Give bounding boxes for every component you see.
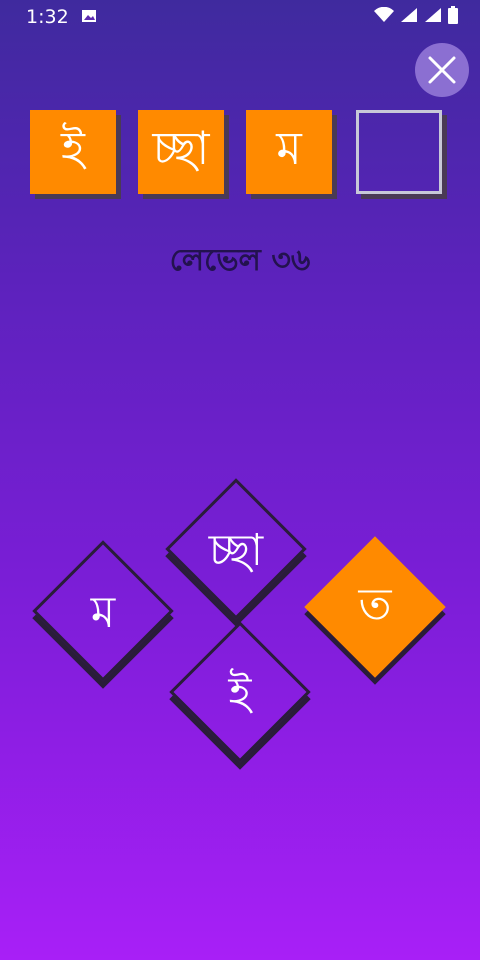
close-button[interactable] — [415, 43, 469, 97]
answer-slot-2[interactable]: চ্ছা — [138, 110, 224, 194]
level-label: লেভেল ৩৬ — [169, 243, 311, 278]
close-icon — [428, 56, 456, 84]
letter-tile-4[interactable]: ই — [169, 621, 311, 763]
tile-letter: চ্ছা — [208, 524, 264, 576]
tile-letter: ই — [228, 667, 252, 719]
battery-icon — [448, 6, 458, 28]
signal-roaming-icon — [424, 7, 442, 27]
signal-icon — [400, 7, 418, 27]
letter-tile-1[interactable]: চ্ছা — [165, 478, 307, 620]
letter-tile-3[interactable]: ত — [304, 536, 446, 678]
status-bar: 1:32 — [0, 0, 480, 34]
answer-slot-3[interactable]: ম — [246, 110, 332, 194]
answer-slot-letter: ই — [61, 121, 85, 175]
answer-slot-letter: চ্ছা — [152, 121, 210, 175]
letter-tile-2[interactable]: ম — [32, 540, 174, 682]
tile-letter: ম — [90, 586, 116, 638]
wifi-icon — [374, 6, 394, 27]
status-time: 1:32 — [26, 6, 69, 28]
tile-letter: ত — [358, 578, 392, 630]
answer-slot-4[interactable] — [356, 110, 442, 194]
answer-slot-letter: ম — [276, 121, 302, 175]
answer-slot-1[interactable]: ই — [30, 110, 116, 194]
image-icon — [81, 6, 97, 28]
